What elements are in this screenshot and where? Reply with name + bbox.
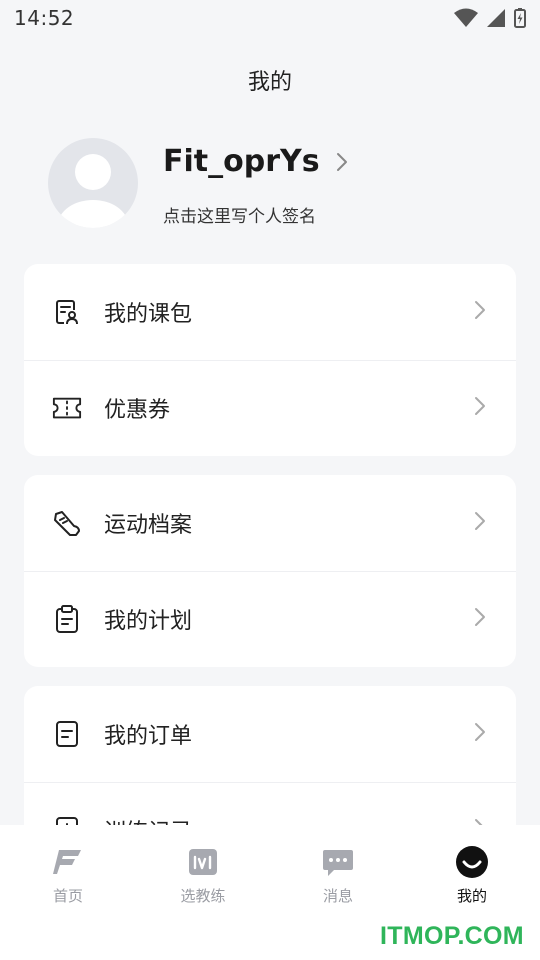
menu-item-label: 我的计划 — [104, 609, 193, 634]
avatar[interactable] — [48, 138, 138, 228]
tab-mine[interactable]: 我的 — [422, 845, 522, 906]
chevron-right-icon — [475, 723, 485, 741]
username[interactable]: Fit_oprYs — [163, 144, 348, 179]
menu-card-2: 运动档案 我的计划 — [24, 475, 516, 667]
clipboard-icon — [52, 604, 82, 634]
status-bar: 14:52 — [0, 0, 540, 36]
menu-item-my-orders[interactable]: 我的订单 — [24, 686, 516, 782]
signature-text[interactable]: 点击这里写个人签名 — [163, 202, 316, 227]
chevron-right-icon — [475, 397, 485, 415]
order-icon — [52, 719, 82, 749]
tab-label: 消息 — [322, 887, 353, 905]
watermark: ITMOP.COM — [380, 922, 524, 950]
1v1-icon — [189, 849, 217, 875]
status-icons — [454, 8, 526, 28]
menu-item-course-package[interactable]: 我的课包 — [24, 264, 516, 360]
home-logo-icon — [53, 850, 81, 874]
tab-choose-coach[interactable]: 选教练 — [153, 845, 253, 906]
tab-label: 我的 — [456, 887, 487, 905]
signal-icon — [487, 9, 505, 27]
tab-label: 首页 — [52, 887, 83, 905]
menu-card-1: 我的课包 优惠券 — [24, 264, 516, 456]
username-text: Fit_oprYs — [163, 144, 320, 179]
menu-item-label: 我的课包 — [104, 302, 193, 327]
profile-header[interactable]: Fit_oprYs 点击这里写个人签名 — [48, 138, 508, 230]
chevron-right-icon — [475, 512, 485, 530]
battery-icon — [514, 8, 526, 28]
coupon-icon — [52, 393, 82, 423]
menu-item-label: 优惠券 — [104, 398, 171, 423]
wifi-icon — [454, 8, 478, 27]
status-time: 14:52 — [14, 6, 75, 30]
chevron-right-icon — [475, 301, 485, 319]
chevron-right-icon — [475, 608, 485, 626]
tab-label: 选教练 — [180, 887, 226, 905]
course-package-icon — [52, 297, 82, 327]
message-icon — [323, 850, 353, 876]
tab-messages[interactable]: 消息 — [288, 845, 388, 906]
menu-item-label: 我的订单 — [104, 724, 193, 749]
sneaker-icon — [52, 508, 82, 538]
menu-item-my-plan[interactable]: 我的计划 — [24, 571, 516, 667]
page-title: 我的 — [247, 70, 292, 95]
profile-smile-icon — [456, 846, 488, 878]
menu-item-label: 运动档案 — [104, 513, 193, 538]
chevron-right-icon — [336, 152, 347, 171]
menu-item-sports-profile[interactable]: 运动档案 — [24, 475, 516, 571]
tab-home[interactable]: 首页 — [18, 845, 118, 906]
menu-item-coupon[interactable]: 优惠券 — [24, 360, 516, 456]
